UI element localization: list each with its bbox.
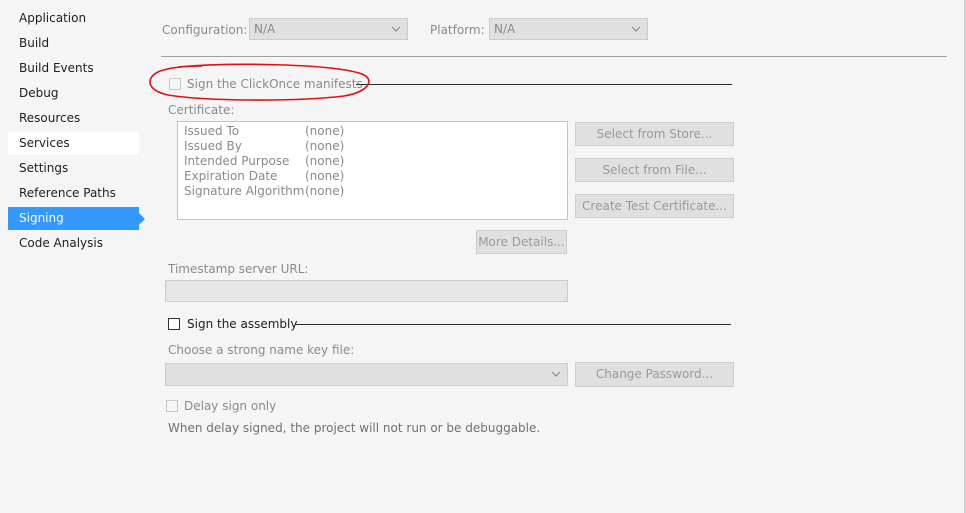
sidebar-item-signing[interactable]: Signing bbox=[8, 207, 145, 230]
key-file-label: Choose a strong name key file: bbox=[168, 343, 355, 357]
sidebar-item-resources[interactable]: Resources bbox=[8, 107, 139, 130]
cert-row-signature-algorithm: Signature Algorithm (none) bbox=[184, 184, 345, 198]
configuration-label: Configuration: bbox=[162, 23, 248, 37]
sidebar-item-code-analysis[interactable]: Code Analysis bbox=[8, 232, 139, 255]
change-password-button[interactable]: Change Password... bbox=[575, 362, 734, 387]
key-file-dropdown[interactable] bbox=[165, 363, 568, 386]
configuration-value: N/A bbox=[254, 22, 276, 36]
cert-row-issued-by: Issued By (none) bbox=[184, 139, 345, 153]
platform-dropdown[interactable]: N/A bbox=[489, 18, 648, 40]
sidebar-item-services[interactable]: Services bbox=[8, 132, 139, 155]
delay-sign-checkbox[interactable] bbox=[166, 400, 178, 412]
sidebar-item-build[interactable]: Build bbox=[8, 32, 139, 55]
sidebar-item-reference-paths[interactable]: Reference Paths bbox=[8, 182, 139, 205]
chevron-down-icon bbox=[551, 371, 561, 377]
select-from-store-button[interactable]: Select from Store... bbox=[575, 122, 734, 146]
project-properties-sidebar: Application Build Build Events Debug Res… bbox=[0, 0, 148, 513]
clickonce-group-line bbox=[356, 84, 732, 85]
sidebar-item-application[interactable]: Application bbox=[8, 7, 139, 30]
configuration-dropdown[interactable]: N/A bbox=[249, 18, 408, 40]
delay-sign-label: Delay sign only bbox=[184, 399, 277, 413]
more-details-button[interactable]: More Details... bbox=[476, 230, 567, 254]
cert-row-expiration-date: Expiration Date (none) bbox=[184, 169, 345, 183]
delay-sign-note: When delay signed, the project will not … bbox=[168, 421, 541, 435]
sign-assembly-checkbox[interactable] bbox=[168, 318, 180, 330]
platform-label: Platform: bbox=[430, 23, 485, 37]
cert-row-intended-purpose: Intended Purpose (none) bbox=[184, 154, 345, 168]
platform-value: N/A bbox=[494, 22, 516, 36]
config-separator bbox=[161, 56, 947, 57]
red-annotation-circle bbox=[149, 63, 370, 101]
sidebar-item-build-events[interactable]: Build Events bbox=[8, 57, 139, 80]
cert-row-issued-to: Issued To (none) bbox=[184, 124, 345, 138]
sidebar-item-debug[interactable]: Debug bbox=[8, 82, 139, 105]
sign-assembly-label: Sign the assembly bbox=[187, 317, 298, 331]
chevron-down-icon bbox=[391, 26, 401, 32]
certificate-details-box: Issued To (none) Issued By (none) Intended… bbox=[177, 121, 568, 220]
select-from-file-button[interactable]: Select from File... bbox=[575, 158, 734, 182]
create-test-certificate-button[interactable]: Create Test Certificate... bbox=[575, 194, 734, 218]
assembly-group-line bbox=[295, 324, 731, 325]
timestamp-url-label: Timestamp server URL: bbox=[168, 262, 309, 276]
sidebar-item-settings[interactable]: Settings bbox=[8, 157, 139, 180]
chevron-down-icon bbox=[631, 26, 641, 32]
certificate-label: Certificate: bbox=[168, 103, 235, 117]
timestamp-url-input[interactable] bbox=[165, 280, 568, 302]
